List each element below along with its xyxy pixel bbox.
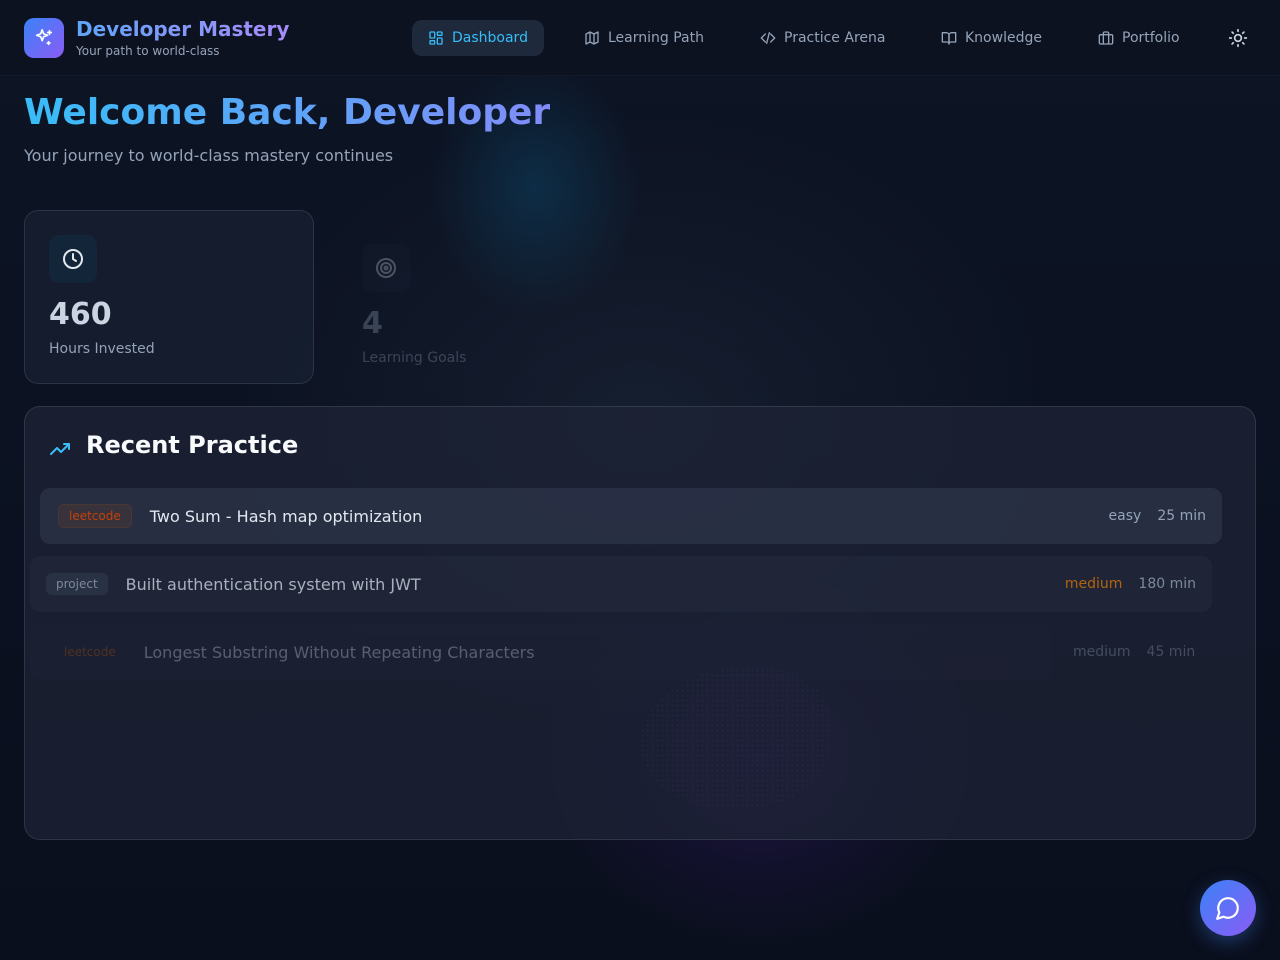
brand-logo[interactable]	[24, 18, 64, 58]
nav-item-knowledge[interactable]: Knowledge	[925, 20, 1058, 56]
practice-meta: medium 180 min	[1065, 576, 1196, 592]
nav-item-label: Learning Path	[608, 30, 704, 46]
practice-title: Two Sum - Hash map optimization	[149, 506, 423, 526]
difficulty-label: easy	[1108, 508, 1142, 524]
chat-bubble-icon	[1216, 897, 1239, 920]
practice-meta: easy 25 min	[1109, 508, 1206, 524]
briefcase-icon	[1098, 31, 1114, 45]
nav-item-label: Dashboard	[452, 30, 528, 46]
difficulty-label: medium	[1073, 644, 1131, 660]
nav-item-label: Practice Arena	[784, 30, 886, 46]
difficulty-label: medium	[1064, 576, 1123, 592]
code-icon	[760, 31, 776, 44]
theme-toggle-button[interactable]	[1222, 22, 1254, 54]
stat-label: Learning Goals	[362, 350, 467, 366]
top-header: Developer Mastery Your path to world-cla…	[0, 0, 1280, 76]
trending-up-icon	[50, 443, 70, 455]
page-title: Welcome Back, Developer	[24, 92, 551, 133]
nav-item-label: Knowledge	[965, 30, 1042, 46]
sparkles-icon	[35, 28, 53, 46]
practice-item[interactable]: leetcode Longest Substring Without Repea…	[30, 624, 1195, 680]
brand-subtitle: Your path to world-class	[76, 44, 220, 58]
stat-value: 460	[49, 297, 112, 332]
chat-button[interactable]	[1200, 880, 1256, 936]
practice-item[interactable]: leetcode Two Sum - Hash map optimization…	[40, 488, 1222, 544]
stat-icon-container	[362, 244, 410, 292]
stat-value: 4	[362, 306, 383, 341]
nav-item-portfolio[interactable]: Portfolio	[1082, 20, 1196, 56]
practice-meta: medium 45 min	[1073, 644, 1195, 660]
nav-item-dashboard[interactable]: Dashboard	[412, 20, 544, 56]
page-subtitle: Your journey to world-class mastery cont…	[24, 146, 394, 165]
sun-icon	[1228, 28, 1248, 48]
dashboard-icon	[429, 31, 443, 45]
practice-title: Built authentication system with JWT	[125, 574, 421, 594]
practice-item[interactable]: project Built authentication system with…	[30, 556, 1212, 612]
map-icon	[585, 31, 599, 45]
practice-title: Longest Substring Without Repeating Char…	[143, 642, 535, 662]
recent-practice-panel: Recent Practice leetcode Two Sum - Hash …	[24, 406, 1256, 840]
book-icon	[941, 31, 957, 45]
stat-icon-container	[49, 235, 97, 283]
duration-label: 45 min	[1146, 644, 1196, 660]
duration-label: 180 min	[1138, 576, 1196, 592]
target-icon	[376, 258, 396, 278]
stat-card-goals: 4 Learning Goals	[338, 220, 628, 384]
source-badge: project	[46, 573, 108, 595]
stat-label: Hours Invested	[49, 341, 155, 357]
nav-item-practice-arena[interactable]: Practice Arena	[744, 20, 901, 56]
nav-item-label: Portfolio	[1122, 30, 1180, 46]
clock-icon	[63, 249, 83, 269]
stat-card-hours: 460 Hours Invested	[24, 210, 314, 384]
brand-title: Developer Mastery	[76, 17, 290, 41]
duration-label: 25 min	[1157, 508, 1206, 524]
nav-item-learning-path[interactable]: Learning Path	[568, 20, 720, 56]
section-title: Recent Practice	[86, 431, 299, 459]
source-badge: leetcode	[58, 504, 132, 528]
source-badge: leetcode	[64, 645, 116, 659]
